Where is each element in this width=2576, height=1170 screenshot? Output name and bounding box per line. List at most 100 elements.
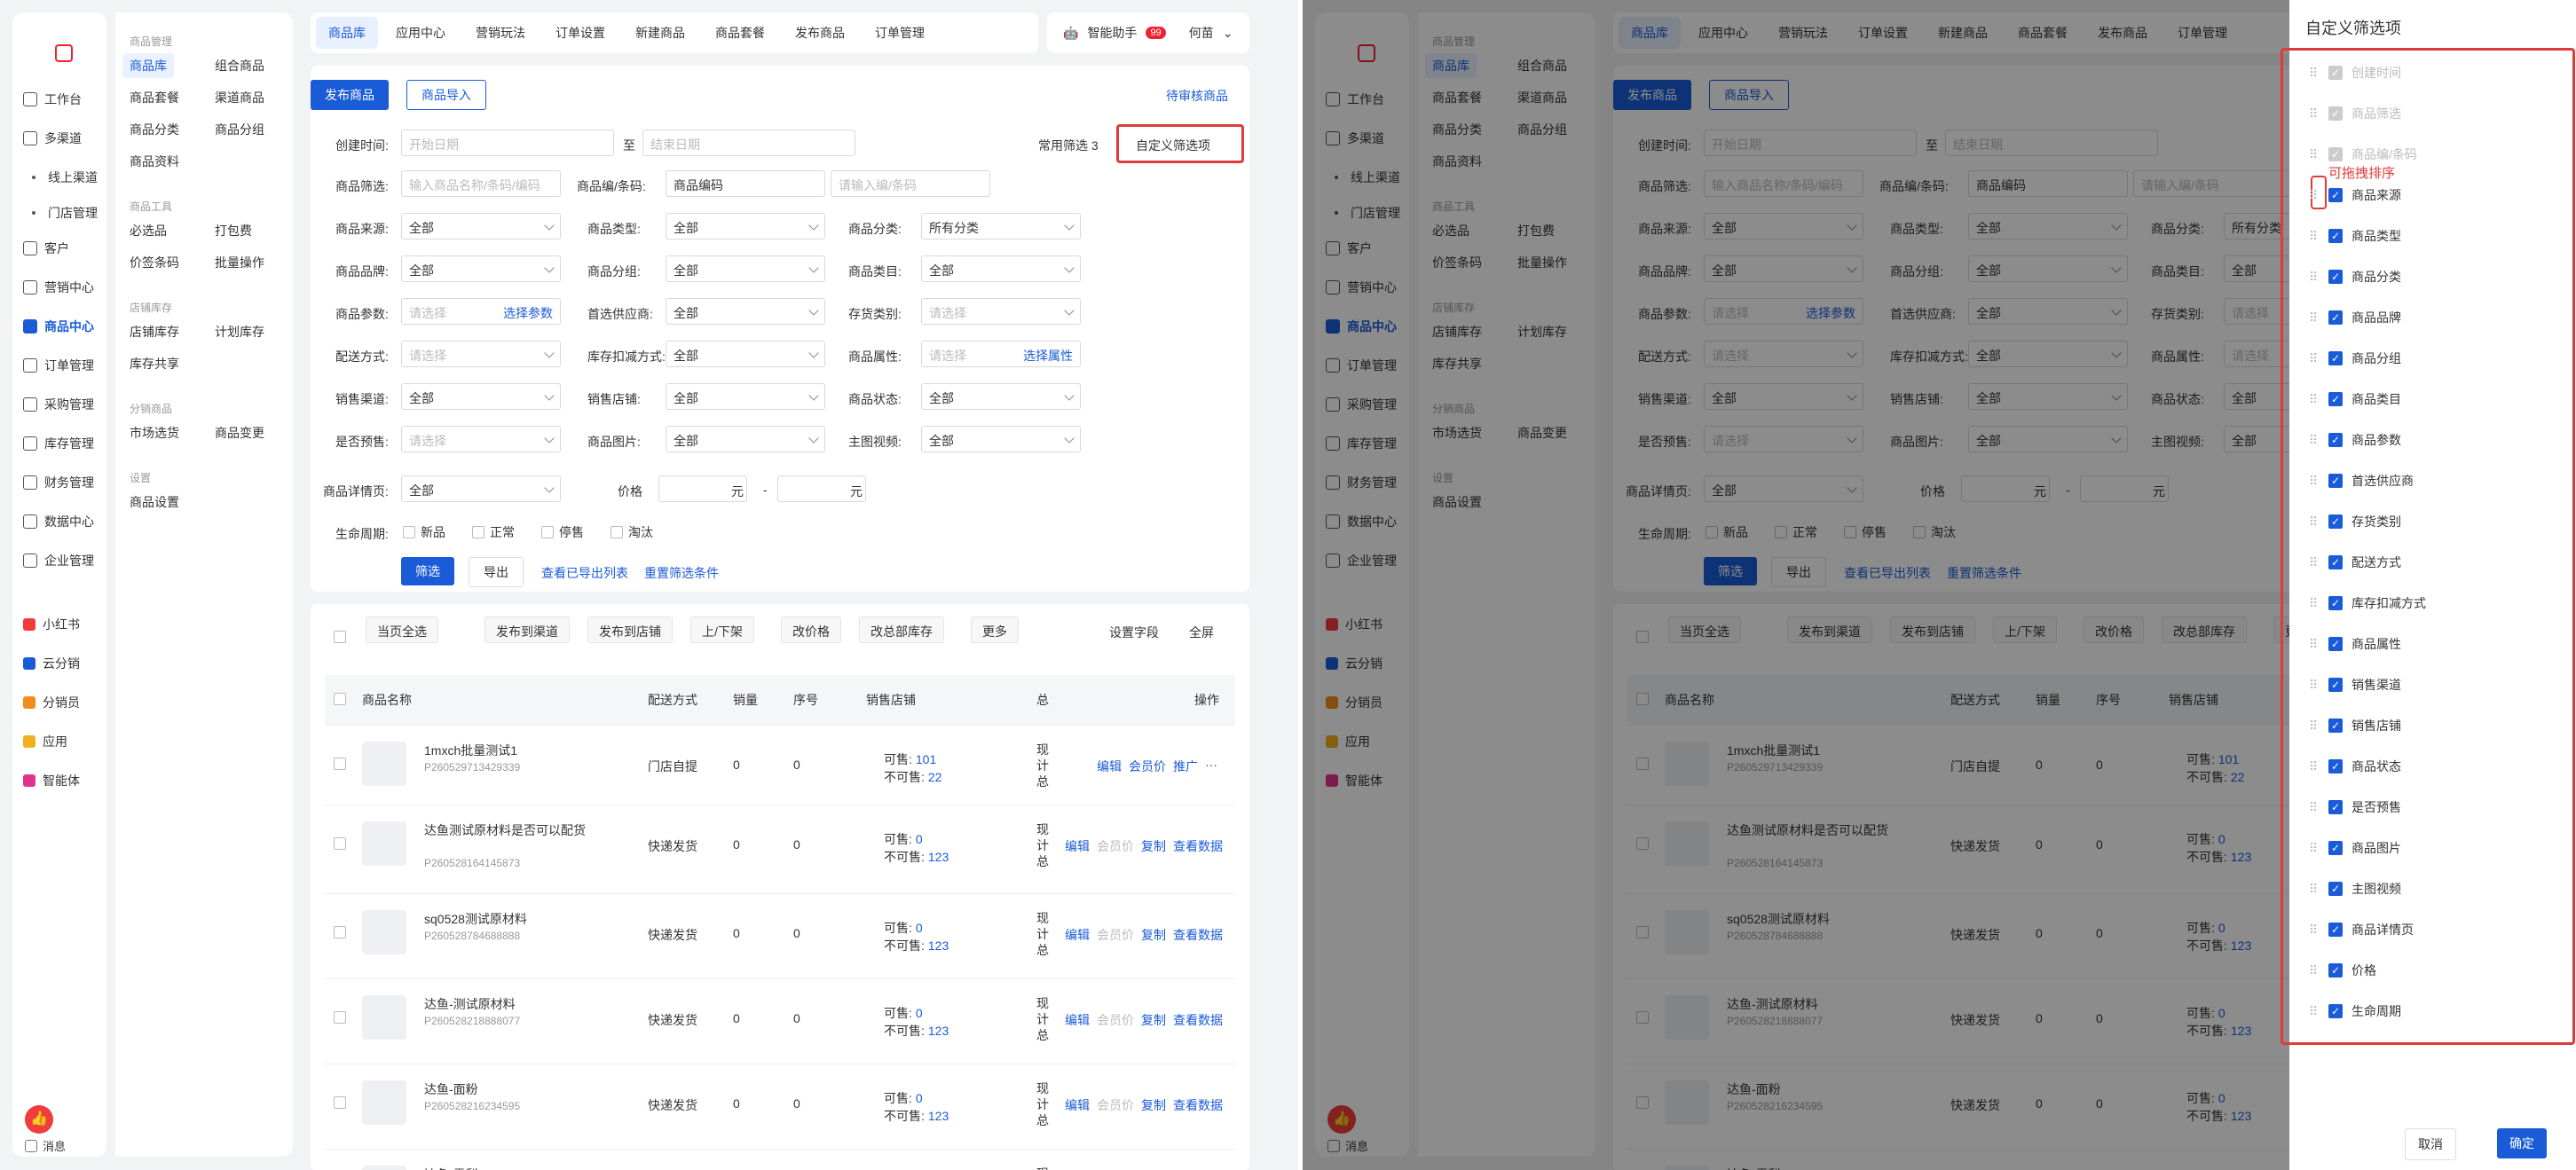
drag-handle-icon[interactable]: ⠿ [2309, 433, 2328, 448]
cannot-value[interactable]: 123 [928, 850, 949, 864]
product-name[interactable]: 达鱼测试原材料是否可以配货 [424, 821, 602, 839]
import-button[interactable]: 商品导入 [406, 80, 486, 110]
app-item-1[interactable]: 云分销 [23, 651, 80, 676]
filter-select[interactable]: 全部 [666, 298, 825, 325]
tab-4[interactable]: 新建商品 [623, 17, 697, 49]
life-checkbox[interactable]: 正常 [472, 523, 515, 541]
filter-select[interactable]: 全部 [921, 383, 1081, 410]
product-name[interactable]: 1mxch批量测试1 [424, 742, 602, 759]
start-date-input[interactable]: 开始日期 [401, 130, 614, 156]
code-input[interactable]: 请输入编/条码 [831, 170, 990, 197]
ok-button[interactable]: 确定 [2497, 1128, 2547, 1158]
checkbox-icon[interactable]: ✓ [2328, 963, 2343, 978]
life-checkbox[interactable]: 停售 [541, 523, 584, 541]
app-item-0[interactable]: 小红书 [23, 612, 80, 637]
dialog-item[interactable]: ⠿ ✓ 销售渠道 [2309, 667, 2576, 703]
drag-handle-icon[interactable]: ⠿ [2309, 392, 2328, 407]
action-link[interactable]: 编辑 [1065, 1011, 1090, 1029]
checkbox-icon[interactable]: ✓ [2328, 596, 2343, 610]
life-checkbox[interactable]: 淘汰 [611, 523, 653, 541]
nav-item-11[interactable]: 数据中心 [23, 509, 94, 534]
product-name[interactable]: sq0528测试原材料 [424, 910, 602, 928]
action-link[interactable]: 推广 [1173, 758, 1198, 775]
code-type-select[interactable]: 商品编码 [666, 170, 825, 197]
filter-select[interactable]: 请选择 选择属性 [921, 341, 1081, 367]
action-link[interactable]: 会员价 [1097, 1011, 1134, 1029]
drag-handle-icon[interactable]: ⠿ [2309, 474, 2328, 489]
nav-item-12[interactable]: 企业管理 [23, 548, 94, 573]
action-link[interactable]: 会员价 [1129, 758, 1166, 775]
dialog-item[interactable]: ⠿ ✓ 商品状态 [2309, 749, 2576, 784]
dialog-item[interactable]: ⠿ ✓ 商品品牌 [2309, 300, 2576, 335]
drag-handle-icon[interactable]: ⠿ [2309, 841, 2328, 856]
filter-select[interactable]: 全部 [666, 213, 825, 239]
dialog-item[interactable]: ⠿ ✓ 是否预售 [2309, 789, 2576, 825]
tab-7[interactable]: 订单管理 [863, 17, 937, 49]
filter-button[interactable]: 筛选 [401, 557, 454, 585]
checkbox-icon[interactable]: ✓ [2328, 188, 2343, 202]
product-name[interactable]: 达鱼-测试原材料 [424, 995, 602, 1013]
subnav-item[interactable]: 打包费 [208, 218, 259, 243]
checkbox-icon[interactable]: ✓ [2328, 637, 2343, 651]
end-date-input[interactable]: 结束日期 [642, 130, 855, 156]
detail-select[interactable]: 全部 [401, 475, 561, 502]
dialog-item[interactable]: ⠿ ✓ 商品参数 [2309, 422, 2576, 458]
tab-5[interactable]: 商品套餐 [703, 17, 777, 49]
filter-select[interactable]: 全部 [666, 383, 825, 410]
filter-select[interactable]: 所有分类 [921, 213, 1081, 239]
assistant-bar[interactable]: 🤖 智能助手 99 何苗 ⌄ [1047, 12, 1249, 53]
dialog-item[interactable]: ⠿ ✓ 商品属性 [2309, 626, 2576, 662]
user-name[interactable]: 何苗 [1189, 24, 1214, 42]
dialog-item[interactable]: ⠿ ✓ 商品图片 [2309, 830, 2576, 866]
dialog-item[interactable]: ⠿ ✓ 商品类型 [2309, 218, 2576, 254]
nav-item-5[interactable]: 营销中心 [23, 275, 94, 300]
subnav-item[interactable]: 批量操作 [208, 250, 272, 275]
filter-select[interactable]: 全部 [666, 255, 825, 282]
can-value[interactable]: 0 [916, 1091, 923, 1105]
checkbox-icon[interactable]: ✓ [2328, 433, 2343, 447]
pending-link[interactable]: 待审核商品 [1166, 87, 1228, 105]
row-checkbox[interactable] [334, 1011, 346, 1024]
checkbox-icon[interactable]: ✓ [2328, 392, 2343, 406]
subnav-item[interactable]: 商品资料 [122, 149, 186, 174]
subnav-item[interactable]: 渠道商品 [208, 85, 272, 110]
product-name[interactable]: 达鱼-雪梨 [424, 1166, 602, 1170]
drag-handle-icon[interactable]: ⠿ [2309, 882, 2328, 897]
view-export-link[interactable]: 查看已导出列表 [541, 564, 628, 582]
drag-handle-icon[interactable]: ⠿ [2309, 923, 2328, 938]
fullscreen-link[interactable]: 全屏 [1189, 624, 1214, 641]
subnav-item[interactable]: 组合商品 [208, 53, 272, 78]
checkbox-icon[interactable]: ✓ [2328, 1004, 2343, 1018]
app-item-4[interactable]: 智能体 [23, 768, 80, 793]
drag-handle-icon[interactable]: ⠿ [2309, 1004, 2328, 1019]
life-checkbox[interactable]: 新品 [403, 523, 445, 541]
cancel-button[interactable]: 取消 [2405, 1128, 2456, 1160]
drag-handle-icon[interactable]: ⠿ [2309, 759, 2328, 774]
action-link[interactable]: 会员价 [1097, 837, 1134, 855]
subnav-item[interactable]: 商品分类 [122, 117, 186, 142]
cannot-value[interactable]: 22 [928, 770, 942, 784]
dialog-item[interactable]: ⠿ ✓ 商品详情页 [2309, 912, 2576, 947]
nav-item-10[interactable]: 财务管理 [23, 470, 94, 495]
drag-handle-icon[interactable]: ⠿ [2309, 963, 2328, 978]
filter-select[interactable]: 全部 [921, 255, 1081, 282]
filter-select[interactable]: 请选择 [401, 341, 561, 367]
can-value[interactable]: 0 [916, 921, 923, 935]
tab-2[interactable]: 营销玩法 [463, 17, 538, 49]
filter-select[interactable]: 全部 [401, 255, 561, 282]
subnav-item[interactable]: 商品套餐 [122, 85, 186, 110]
app-item-3[interactable]: 应用 [23, 729, 67, 754]
checkbox-icon[interactable]: ✓ [2328, 678, 2343, 692]
common-filter[interactable]: 常用筛选 3 [1038, 137, 1099, 154]
nav-item-9[interactable]: 库存管理 [23, 431, 94, 456]
checkbox-icon[interactable]: ✓ [2328, 474, 2343, 488]
toolbar-button-3[interactable]: 上/下架 [690, 616, 754, 643]
row-checkbox[interactable] [334, 926, 346, 938]
dialog-item[interactable]: ⠿ ✓ 价格 [2309, 953, 2576, 988]
checkbox-icon[interactable]: ✓ [2328, 718, 2343, 733]
action-link[interactable]: 复制 [1141, 1096, 1166, 1114]
dialog-item[interactable]: ⠿ ✓ 商品类目 [2309, 381, 2576, 417]
action-link[interactable]: 编辑 [1065, 837, 1090, 855]
drag-handle-icon[interactable]: ⠿ [2309, 596, 2328, 611]
nav-item-1[interactable]: 多渠道 [23, 126, 82, 151]
